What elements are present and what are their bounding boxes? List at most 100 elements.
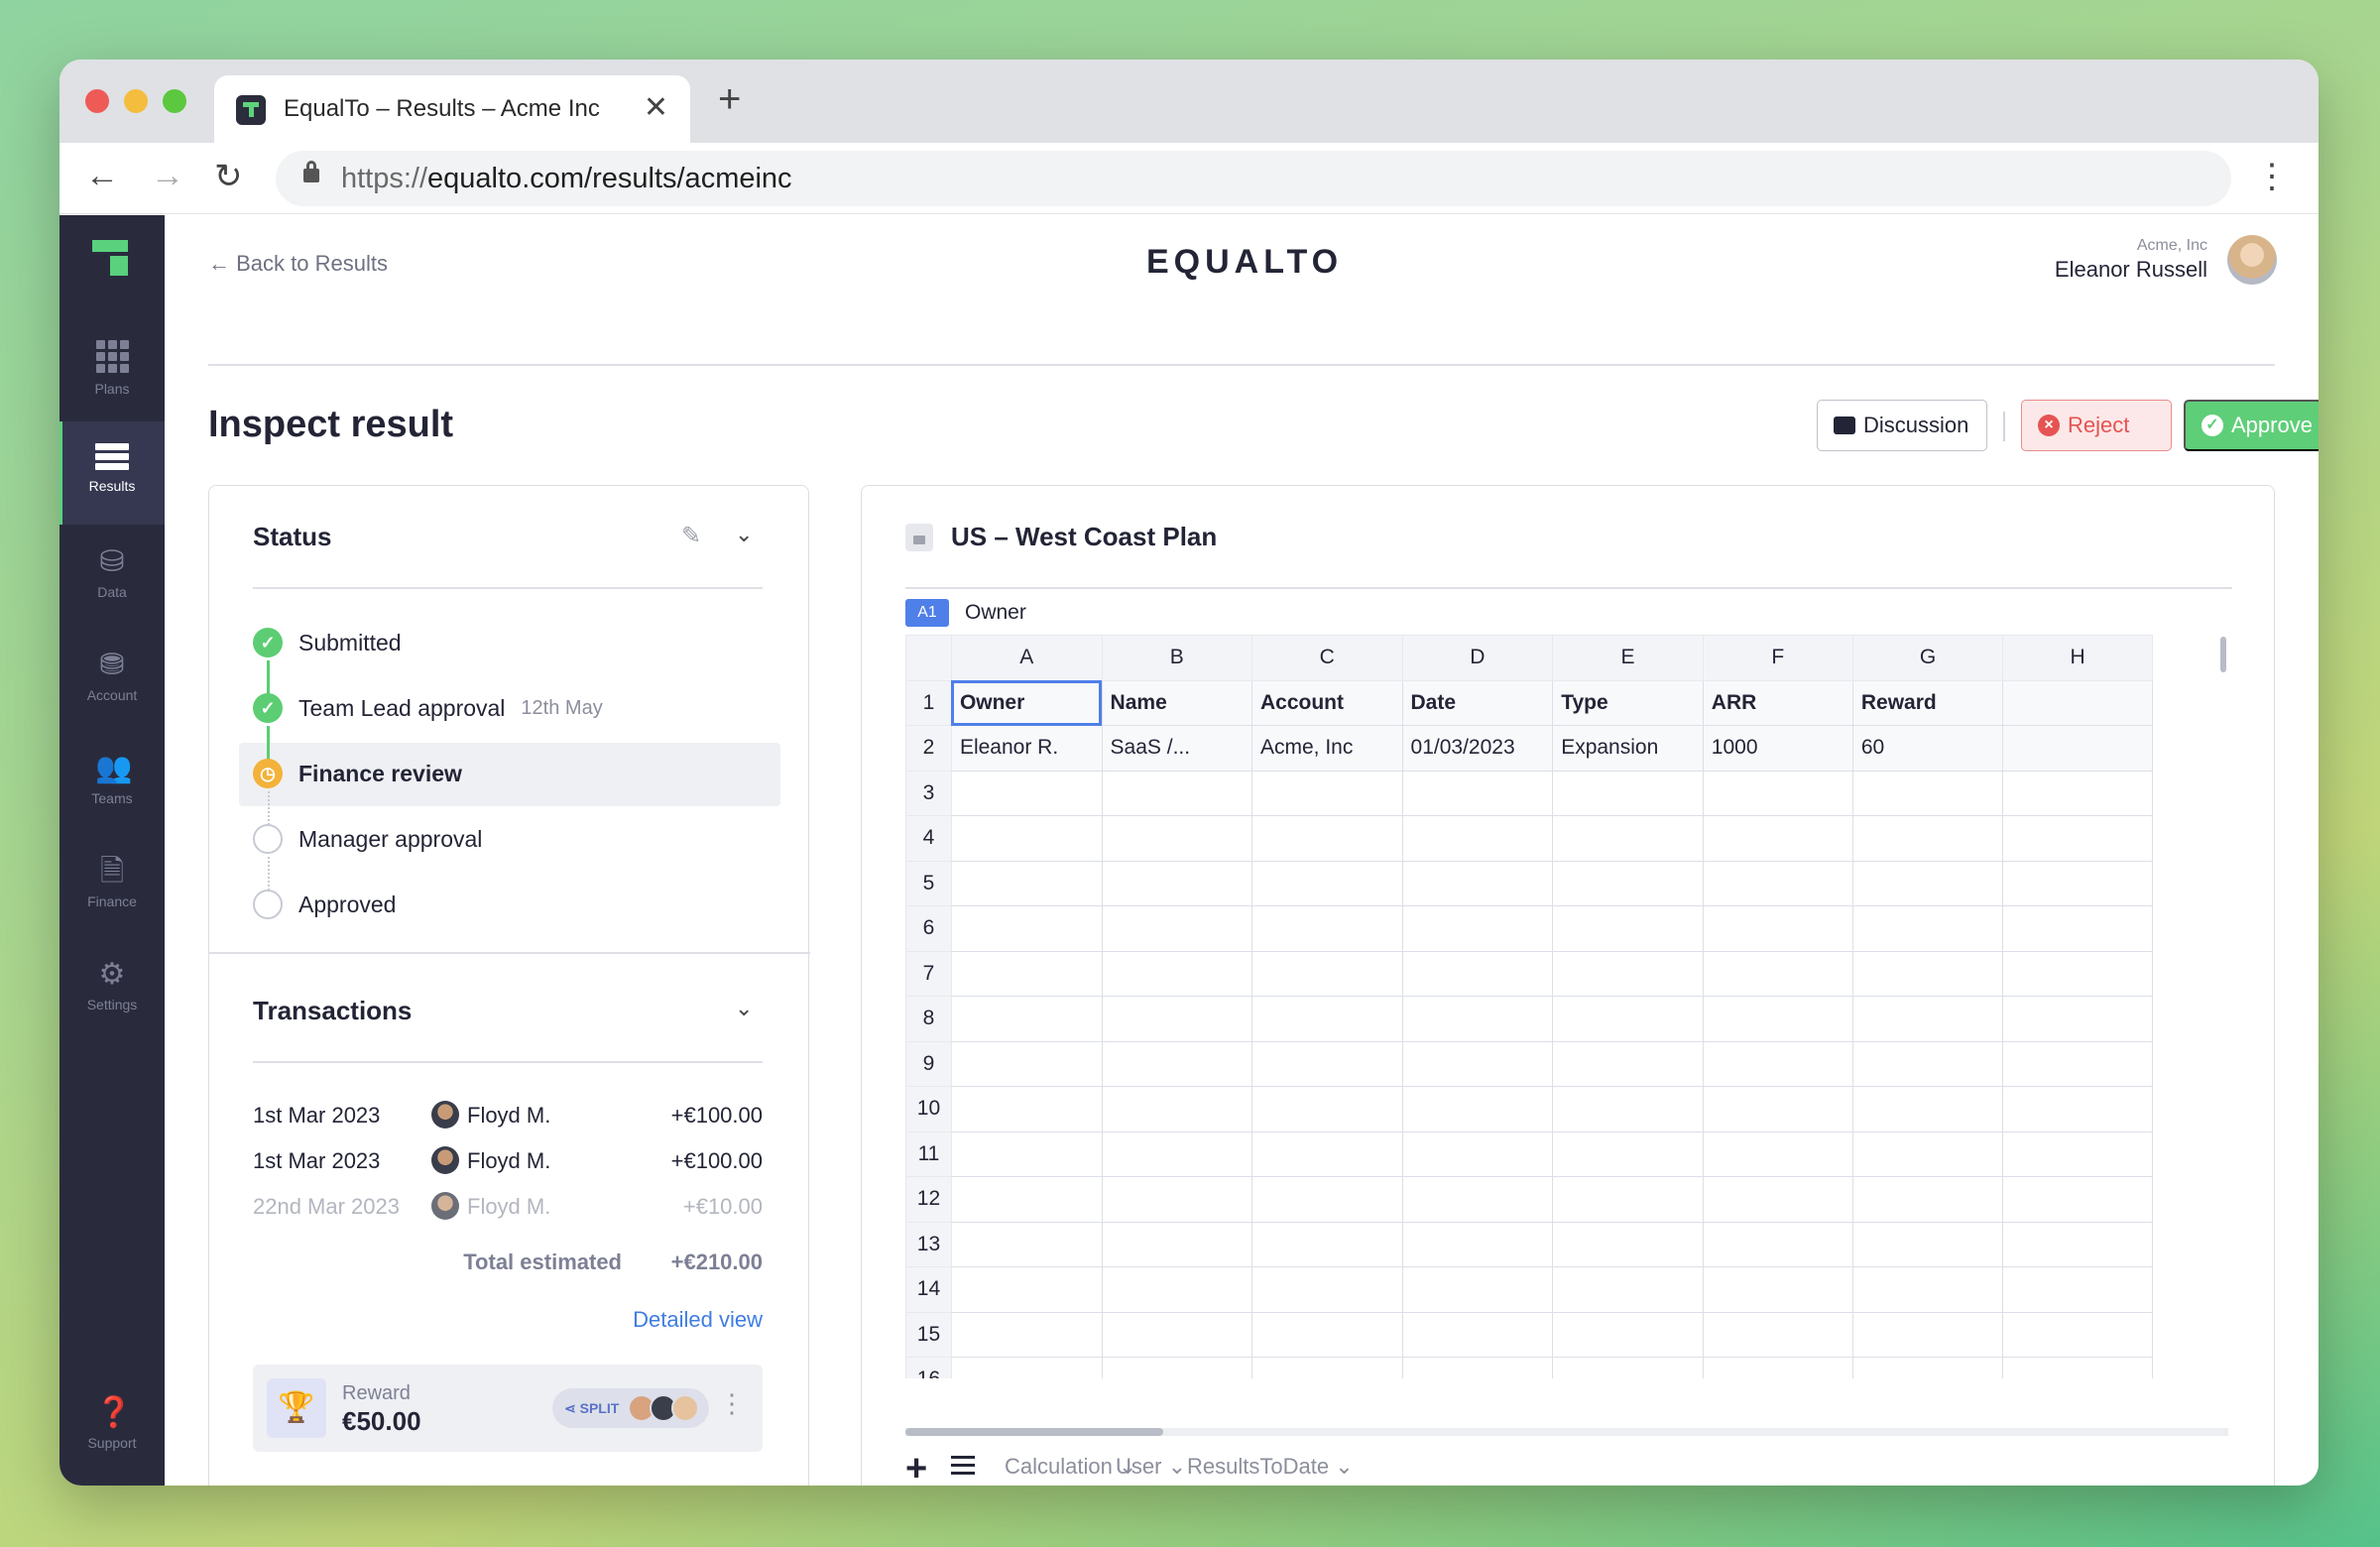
user-name[interactable]: Eleanor Russell <box>2055 257 2207 283</box>
sheet-cell[interactable] <box>1702 996 1853 1042</box>
new-tab-button[interactable]: + <box>718 77 741 122</box>
sheet-cell[interactable] <box>1552 1266 1704 1313</box>
sheet-cell[interactable] <box>1250 1357 1403 1378</box>
sheet-cell[interactable] <box>2002 725 2153 772</box>
sheet-cell[interactable] <box>1250 950 1403 997</box>
sheet-cell[interactable]: Reward <box>1851 679 2004 726</box>
sheet-cell[interactable] <box>1101 860 1252 906</box>
sheet-cell[interactable] <box>2002 950 2153 997</box>
sheet-cell[interactable] <box>1101 1221 1252 1267</box>
sheet-cell[interactable] <box>1401 1266 1554 1313</box>
back-to-results-link[interactable]: ← Back to Results <box>208 251 388 277</box>
sheet-cell[interactable] <box>2002 996 2153 1042</box>
sheet-cell[interactable] <box>2002 1176 2153 1223</box>
reload-icon[interactable]: ↻ <box>214 157 243 196</box>
sheet-cell[interactable]: 1000 <box>1702 725 1853 772</box>
row-header[interactable]: 9 <box>905 1040 952 1087</box>
column-header[interactable]: B <box>1101 635 1252 681</box>
sheet-cell[interactable] <box>1401 1040 1554 1087</box>
sheet-cell[interactable] <box>950 1130 1103 1177</box>
sheet-cell[interactable] <box>1851 950 2004 997</box>
sidebar-item-teams[interactable]: 👥 Teams <box>60 731 165 834</box>
sheet-cell[interactable] <box>1702 1176 1853 1223</box>
column-header[interactable]: D <box>1401 635 1554 681</box>
row-header[interactable]: 7 <box>905 950 952 997</box>
sheet-cell[interactable] <box>1702 770 1853 816</box>
sheet-cell[interactable] <box>1851 1357 2004 1378</box>
sheet-cell[interactable] <box>1552 996 1704 1042</box>
sheet-cell[interactable] <box>1552 1086 1704 1132</box>
sheet-cell[interactable] <box>1401 950 1554 997</box>
sidebar-item-finance[interactable]: 🗎 Finance <box>60 834 165 937</box>
sheet-cell[interactable] <box>1851 860 2004 906</box>
maximize-window-button[interactable] <box>163 89 186 113</box>
row-header[interactable]: 1 <box>905 679 952 726</box>
sheet-cell[interactable] <box>1552 1357 1704 1378</box>
sheet-cell[interactable] <box>1401 1221 1554 1267</box>
chevron-down-icon[interactable]: ⌄ <box>735 522 753 547</box>
avatar[interactable] <box>2227 235 2277 285</box>
minimize-window-button[interactable] <box>124 89 148 113</box>
sheet-cell[interactable]: Name <box>1101 679 1252 726</box>
sheet-cell[interactable] <box>1851 996 2004 1042</box>
sheet-cell[interactable]: Account <box>1250 679 1403 726</box>
sheet-cell[interactable] <box>950 996 1103 1042</box>
sheet-cell[interactable] <box>1401 1086 1554 1132</box>
column-header[interactable]: A <box>950 635 1103 681</box>
sheet-cell[interactable] <box>1851 1221 2004 1267</box>
column-header[interactable]: C <box>1250 635 1403 681</box>
discussion-button[interactable]: Discussion <box>1817 400 1987 451</box>
sheet-cell[interactable] <box>1702 860 1853 906</box>
sheet-cell[interactable] <box>2002 815 2153 862</box>
tab-user[interactable]: User ⌄ <box>1116 1454 1186 1480</box>
formula-bar[interactable]: Owner <box>965 599 1026 627</box>
sheet-cell[interactable] <box>1851 1130 2004 1177</box>
sheet-cell[interactable] <box>1250 1311 1403 1358</box>
sidebar-item-data[interactable]: ⛁ Data <box>60 525 165 628</box>
browser-menu-icon[interactable]: ⋮ <box>2255 157 2289 196</box>
close-window-button[interactable] <box>85 89 109 113</box>
sheet-cell[interactable]: Expansion <box>1552 725 1704 772</box>
sheet-cell[interactable] <box>1401 770 1554 816</box>
sheet-cell[interactable]: 01/03/2023 <box>1401 725 1554 772</box>
sheet-cell[interactable] <box>950 1221 1103 1267</box>
sheet-cell[interactable]: Eleanor R. <box>950 725 1103 772</box>
browser-tab[interactable]: EqualTo – Results – Acme Inc ✕ <box>214 75 690 143</box>
row-header[interactable]: 3 <box>905 770 952 816</box>
sheet-cell[interactable] <box>2002 770 2153 816</box>
sheet-cell[interactable] <box>1552 905 1704 952</box>
sheet-cell[interactable]: Type <box>1552 679 1704 726</box>
sheet-cell[interactable] <box>1702 1221 1853 1267</box>
sheet-cell[interactable] <box>1101 996 1252 1042</box>
row-header[interactable]: 11 <box>905 1130 952 1177</box>
row-header[interactable]: 4 <box>905 815 952 862</box>
back-arrow-icon[interactable]: ← <box>85 157 119 195</box>
row-header[interactable]: 14 <box>905 1266 952 1313</box>
row-header[interactable]: 16 <box>905 1357 952 1378</box>
row-header[interactable]: 6 <box>905 905 952 952</box>
sheet-cell[interactable] <box>1851 1086 2004 1132</box>
sheet-cell[interactable] <box>1101 1040 1252 1087</box>
sheet-cell[interactable] <box>1401 1311 1554 1358</box>
sheet-cell[interactable] <box>1250 1130 1403 1177</box>
sheet-cell[interactable] <box>1702 1357 1853 1378</box>
sheet-cell[interactable] <box>1250 1040 1403 1087</box>
cell-reference[interactable]: A1 <box>905 599 949 627</box>
sheet-cell[interactable] <box>950 1086 1103 1132</box>
sheet-cell[interactable] <box>1250 996 1403 1042</box>
sheet-cell[interactable] <box>1250 905 1403 952</box>
sheet-cell[interactable] <box>1101 770 1252 816</box>
row-header[interactable]: 13 <box>905 1221 952 1267</box>
sheet-cell[interactable] <box>1250 815 1403 862</box>
sheet-cell[interactable] <box>1101 1086 1252 1132</box>
sheet-cell[interactable] <box>2002 1221 2153 1267</box>
sheet-cell[interactable] <box>1702 950 1853 997</box>
sheet-cell[interactable] <box>1702 1130 1853 1177</box>
url-input[interactable]: https://equalto.com/results/acmeinc <box>276 151 2231 206</box>
sheet-cell[interactable] <box>1851 770 2004 816</box>
sheet-cell[interactable]: Date <box>1401 679 1554 726</box>
sheet-cell[interactable] <box>1851 1176 2004 1223</box>
spreadsheet-grid[interactable]: A B C D E F G H 1 Owner Name Account Date Type ARR Rewa… <box>905 635 2153 1378</box>
sheet-cell[interactable] <box>950 1311 1103 1358</box>
sheet-cell[interactable] <box>1250 770 1403 816</box>
